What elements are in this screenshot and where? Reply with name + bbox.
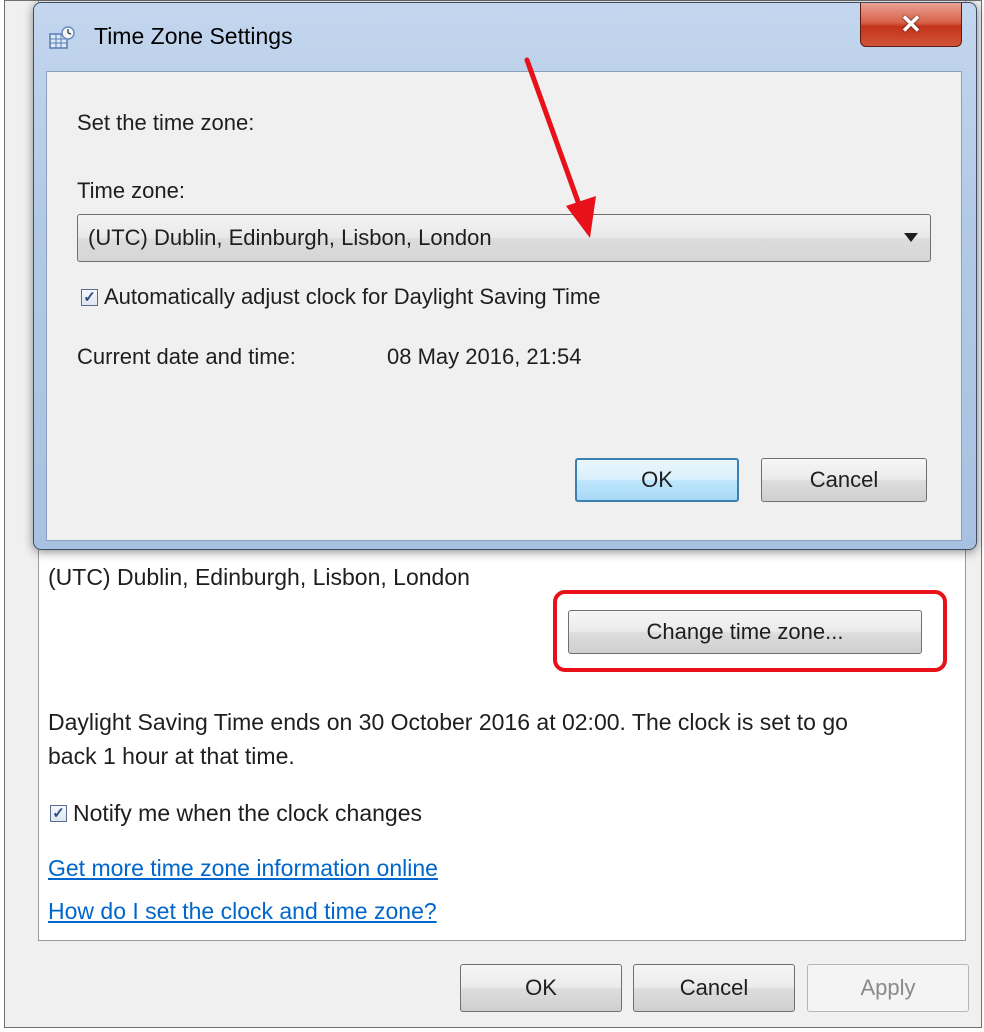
dialog-intro-text: Set the time zone: <box>77 110 255 135</box>
current-time-zone-text: (UTC) Dublin, Edinburgh, Lisbon, London <box>48 564 470 590</box>
annotation-highlight-box <box>553 590 947 672</box>
dialog-ok-button[interactable]: OK <box>575 458 739 502</box>
how-to-link[interactable]: How do I set the clock and time zone? <box>48 898 437 925</box>
close-icon: ✕ <box>900 9 922 39</box>
auto-dst-checkbox[interactable]: ✓ <box>81 288 98 306</box>
current-date-value: 08 May 2016, 21:54 <box>387 344 582 369</box>
dst-info-text: Daylight Saving Time ends on 30 October … <box>48 709 848 769</box>
notify-clock-change-option[interactable]: ✓ Notify me when the clock changes <box>50 800 422 827</box>
cancel-button[interactable]: Cancel <box>633 964 795 1012</box>
auto-dst-label: Automatically adjust clock for Daylight … <box>104 284 601 309</box>
time-zone-settings-dialog: Time Zone Settings ✕ Set the time zone: … <box>33 2 977 550</box>
notify-checkbox-label: Notify me when the clock changes <box>73 800 423 826</box>
time-zone-dropdown[interactable]: (UTC) Dublin, Edinburgh, Lisbon, London <box>77 214 931 262</box>
dialog-title: Time Zone Settings <box>94 23 293 49</box>
dialog-cancel-button[interactable]: Cancel <box>761 458 927 502</box>
notify-checkbox[interactable]: ✓ <box>50 805 67 822</box>
close-button[interactable]: ✕ <box>860 3 962 47</box>
dropdown-arrow-icon <box>904 233 918 242</box>
time-zone-selected-value: (UTC) Dublin, Edinburgh, Lisbon, London <box>88 225 492 250</box>
more-info-link[interactable]: Get more time zone information online <box>48 855 438 882</box>
globe-clock-icon <box>49 26 75 49</box>
time-zone-label: Time zone: <box>77 178 186 203</box>
auto-dst-option[interactable]: ✓ Automatically adjust clock for Dayligh… <box>81 284 600 310</box>
current-date-label: Current date and time: <box>77 344 296 369</box>
dialog-body: Set the time zone: Time zone: (UTC) Dubl… <box>46 71 962 541</box>
apply-button[interactable]: Apply <box>807 964 969 1012</box>
ok-button[interactable]: OK <box>460 964 622 1012</box>
